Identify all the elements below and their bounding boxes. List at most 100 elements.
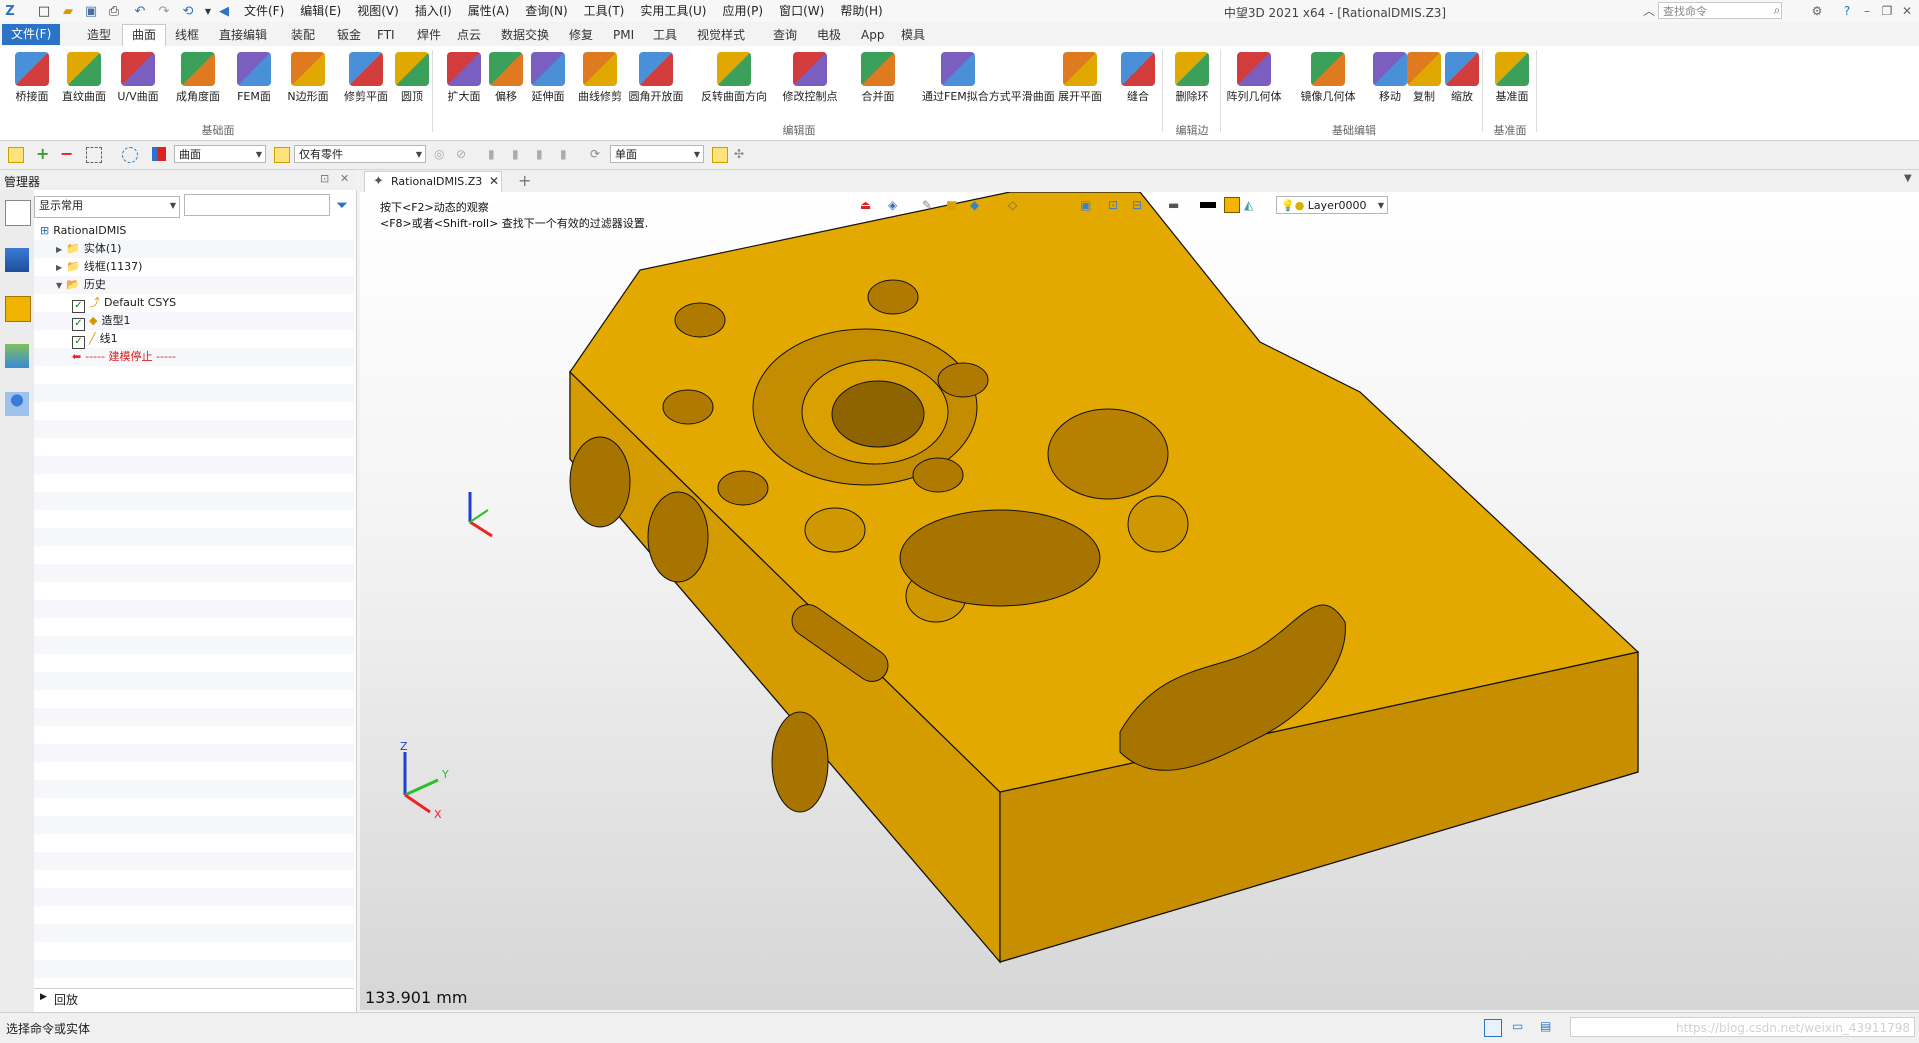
ribbon-button-1-7[interactable]: 合并面 [852, 50, 904, 128]
undo-icon[interactable]: ↶ [132, 3, 148, 19]
ribbon-button-0-5[interactable]: N边形面 [282, 50, 334, 128]
ribbon-button-0-3[interactable]: 成角度面 [172, 50, 224, 128]
part-filter-icon[interactable] [274, 147, 290, 163]
ribbon-tab-9[interactable]: 点云 [448, 25, 490, 45]
tree-node-6[interactable]: ✓ ╱ 线1 [72, 330, 118, 349]
tree-node-5[interactable]: ✓ ◆ 造型1 [72, 312, 130, 331]
ribbon-button-1-6[interactable]: 修改控制点 [783, 50, 838, 128]
expand-arrow-icon[interactable]: ▶ [56, 245, 62, 254]
ribbon-tab-4[interactable]: 直接编辑 [210, 25, 276, 45]
ribbon-button-1-5[interactable]: 反转曲面方向 [701, 50, 767, 128]
restore-button[interactable]: ❐ [1878, 3, 1896, 19]
wire-cube-icon[interactable]: ◇ [1008, 198, 1017, 212]
replay-expand-icon[interactable]: ▶ [40, 992, 47, 1002]
tree-node-4[interactable]: ✓ ⤴ Default CSYS [72, 294, 176, 313]
ribbon-tab-1[interactable]: 造型 [78, 25, 120, 45]
add-filter-icon[interactable]: + [36, 146, 50, 162]
menu-item-5[interactable]: 查询(N) [517, 3, 575, 19]
tree-node-7[interactable]: ⬅ ----- 建模停止 ----- [72, 348, 176, 366]
menu-item-1[interactable]: 编辑(E) [292, 3, 349, 19]
render-mode-icon[interactable]: ⬢ [1044, 198, 1054, 212]
ribbon-tab-0[interactable]: 文件(F) [2, 24, 61, 45]
display-filter-combo[interactable]: 显示常用 ▼ [34, 196, 180, 218]
part-model[interactable] [360, 192, 1919, 1010]
redo-icon[interactable]: ↷ [156, 3, 172, 19]
new-tab-icon[interactable]: + [518, 171, 531, 190]
minimize-button[interactable]: – [1858, 3, 1876, 19]
menu-item-2[interactable]: 视图(V) [349, 3, 407, 19]
status-grid-icon[interactable]: ▤ [1540, 1019, 1556, 1035]
ribbon-tab-16[interactable]: 电极 [808, 25, 850, 45]
ribbon-tab-2[interactable]: 曲面 [122, 24, 167, 47]
display-icon[interactable]: ▬ [1168, 198, 1179, 212]
ribbon-tab-5[interactable]: 装配 [282, 25, 324, 45]
ribbon-button-1-8[interactable]: 通过FEM拟合方式平滑曲面 [922, 50, 1055, 128]
menu-item-8[interactable]: 应用(P) [715, 3, 772, 19]
ribbon-tab-18[interactable]: 模具 [892, 25, 934, 45]
rotate-icon[interactable]: ⟳ [590, 147, 604, 161]
scope-combo[interactable]: 仅有零件 ▼ [294, 145, 426, 163]
history-manager-icon[interactable] [5, 200, 31, 226]
face-color-icon[interactable] [1224, 197, 1240, 213]
close-panel-icon[interactable]: ✕ [340, 172, 349, 185]
exit-view-icon[interactable]: ⏏ [860, 198, 871, 212]
face-mode-combo[interactable]: 单面 ▼ [610, 145, 704, 163]
ribbon-tab-17[interactable]: App [852, 25, 893, 45]
close-button[interactable]: ✕ [1898, 3, 1916, 19]
3d-viewport[interactable]: Z Y X [360, 192, 1919, 1010]
quick-access-dropdown-icon[interactable]: ▼ [200, 3, 216, 19]
ribbon-button-4-0[interactable]: 基准面 [1486, 50, 1538, 128]
filter-type-icon[interactable] [152, 147, 166, 161]
ribbon-button-2-0[interactable]: 删除环 [1166, 50, 1218, 128]
new-file-icon[interactable]: □ [36, 3, 52, 19]
remove-filter-icon[interactable]: − [60, 146, 74, 162]
tree-search-input[interactable] [184, 194, 330, 216]
ribbon-button-1-3[interactable]: 曲线修剪 [574, 50, 626, 128]
ribbon-button-3-0[interactable]: 阵列几何体 [1227, 50, 1282, 128]
lasso-select-icon[interactable] [122, 147, 138, 163]
ribbon-button-3-1[interactable]: 镜像几何体 [1301, 50, 1356, 128]
back-arrow-icon[interactable]: ◀ [216, 3, 232, 19]
close-tab-icon[interactable]: ✕ [489, 174, 499, 188]
document-tab[interactable]: ✦ RationalDMIS.Z3 ✕ [364, 171, 502, 193]
menu-item-9[interactable]: 窗口(W) [771, 3, 832, 19]
tab-list-icon[interactable]: ▼ [1904, 173, 1912, 184]
cube-icon[interactable]: ◆ [970, 198, 979, 212]
line-color-icon[interactable] [1200, 202, 1216, 208]
status-tool-1-icon[interactable] [1484, 1019, 1502, 1037]
ribbon-tab-12[interactable]: PMI [604, 25, 643, 45]
snap-icon[interactable]: ✣ [734, 147, 748, 161]
print-icon[interactable]: ⎙ [106, 3, 122, 19]
zoom-window-icon[interactable]: ⊡ [1108, 198, 1118, 212]
ribbon-tab-6[interactable]: 钣金 [328, 25, 370, 45]
ribbon-button-1-4[interactable]: 圆角开放面 [629, 50, 684, 128]
user-icon[interactable] [5, 392, 29, 416]
ribbon-button-1-9[interactable]: 展开平面 [1054, 50, 1106, 128]
ribbon-tab-11[interactable]: 修复 [560, 25, 602, 45]
menu-item-10[interactable]: 帮助(H) [832, 3, 890, 19]
ribbon-tab-10[interactable]: 数据交换 [492, 25, 558, 45]
open-folder-icon[interactable]: ▰ [60, 3, 76, 19]
ribbon-tab-7[interactable]: FTI [368, 25, 404, 45]
expand-arrow-icon[interactable]: ▼ [56, 281, 62, 290]
ribbon-tab-3[interactable]: 线框 [166, 25, 208, 45]
ribbon-tab-8[interactable]: 焊件 [408, 25, 450, 45]
menu-item-4[interactable]: 属性(A) [460, 3, 518, 19]
command-search-input[interactable]: 查找命令 [1658, 2, 1782, 19]
entity-type-combo[interactable]: 曲面 ▼ [174, 145, 266, 163]
section-icon[interactable]: ⊟ [1132, 198, 1142, 212]
zoom-fit-icon[interactable]: ▣ [1080, 198, 1091, 212]
ribbon-tab-13[interactable]: 工具 [644, 25, 686, 45]
menu-item-7[interactable]: 实用工具(U) [632, 3, 714, 19]
pin-panel-icon[interactable]: ⊡ [320, 172, 329, 185]
menu-item-0[interactable]: 文件(F) [236, 3, 292, 19]
ribbon-tab-14[interactable]: 视觉样式 [688, 25, 754, 45]
pencil-icon[interactable]: ✎ [922, 198, 932, 212]
status-monitor-icon[interactable]: ▭ [1512, 1019, 1528, 1035]
tree-node-3[interactable]: ▼ 📂 历史 [56, 276, 106, 295]
tree-node-2[interactable]: ▶ 📁 线框(1137) [56, 258, 142, 277]
search-icon[interactable]: ⌕ [1768, 2, 1786, 18]
help-icon[interactable]: ? [1838, 3, 1856, 19]
tree-node-0[interactable]: ⊞ RationalDMIS [40, 222, 126, 240]
funnel-filter-icon[interactable]: ⏷ [336, 197, 352, 213]
